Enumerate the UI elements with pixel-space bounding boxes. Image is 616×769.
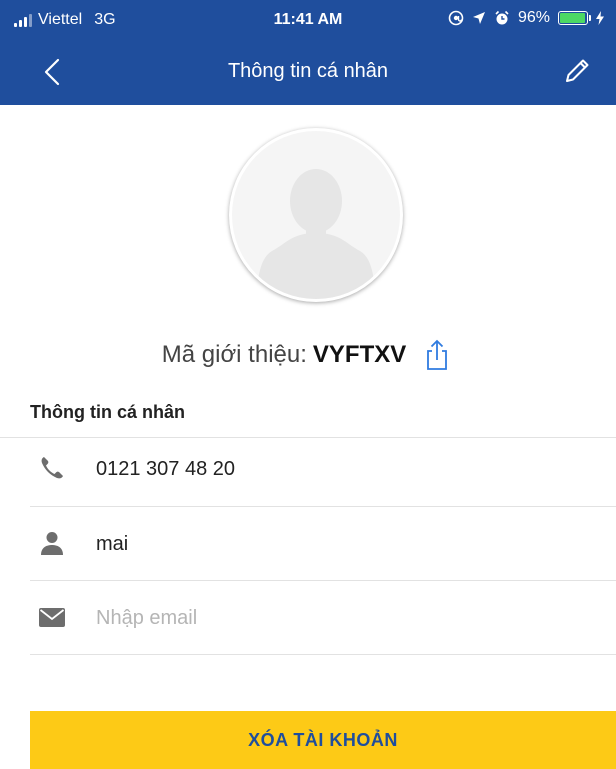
charging-icon xyxy=(596,11,604,25)
mail-icon xyxy=(39,608,65,627)
phone-icon xyxy=(41,457,63,479)
email-field[interactable] xyxy=(96,603,576,633)
section-title: Thông tin cá nhân xyxy=(30,402,185,422)
pencil-icon[interactable] xyxy=(558,54,594,90)
location-icon xyxy=(472,12,485,24)
name-row[interactable]: mai xyxy=(30,507,616,581)
phone-number: 0121 307 48 20 xyxy=(96,458,236,480)
battery-percent: 96% xyxy=(517,9,550,26)
email-row xyxy=(30,581,616,655)
person-icon xyxy=(41,532,63,555)
page-title: Thông tin cá nhân xyxy=(227,60,389,82)
person-silhouette-icon xyxy=(256,169,376,299)
status-bar: Viettel 3G 11:41 AM 96% xyxy=(0,0,616,40)
battery-icon xyxy=(558,11,591,25)
referral-code-row: Mã giới thiệu: VYFTXV xyxy=(0,338,616,372)
alarm-icon xyxy=(495,10,509,25)
at-icon xyxy=(448,10,464,26)
avatar-image xyxy=(232,131,400,299)
divider xyxy=(30,654,616,655)
nav-bar: Thông tin cá nhân xyxy=(0,40,616,105)
referral-label: Mã giới thiệu: xyxy=(161,341,307,368)
avatar[interactable] xyxy=(229,128,403,302)
name-value[interactable]: mai xyxy=(96,533,128,556)
referral-code: VYFTXV xyxy=(312,341,407,368)
phone-row: 0121 307 48 20 xyxy=(30,432,616,506)
status-right: 96% xyxy=(448,9,604,27)
share-icon[interactable] xyxy=(420,338,454,372)
delete-account-button[interactable]: XÓA TÀI KHOẢN xyxy=(30,711,616,769)
